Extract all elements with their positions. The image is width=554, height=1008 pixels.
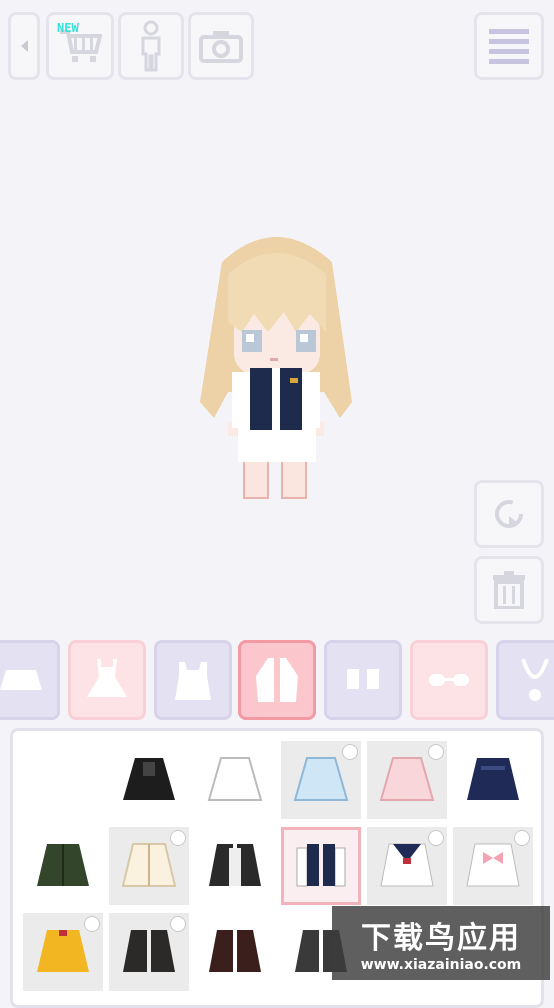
- cream-cardigan-icon: [121, 843, 177, 887]
- back-button[interactable]: [8, 12, 40, 80]
- pink-bow-top-icon: [466, 843, 520, 887]
- yellow-coat-icon: [37, 930, 89, 972]
- watermark: 下载鸟应用 www.xiazainiao.com: [332, 906, 550, 980]
- locked-heart-icon: [170, 830, 186, 846]
- item-white-hoodie[interactable]: [195, 741, 275, 819]
- body-icon: [141, 20, 161, 72]
- item-pink-bow-top[interactable]: [453, 827, 533, 905]
- tank-top-icon: [175, 662, 211, 700]
- item-blue-hoodie[interactable]: [281, 741, 361, 819]
- trash-button[interactable]: [474, 556, 544, 624]
- tab-glasses[interactable]: [410, 640, 488, 720]
- item-empty[interactable]: [23, 741, 103, 819]
- jacket-icon: [256, 658, 298, 702]
- tab-top[interactable]: [154, 640, 232, 720]
- item-navy-sweater[interactable]: [453, 741, 533, 819]
- varsity-jacket-icon: [296, 844, 346, 887]
- item-pink-hoodie[interactable]: [367, 741, 447, 819]
- item-sailor-top[interactable]: [367, 827, 447, 905]
- socks-icon: [347, 669, 379, 689]
- tab-skirt[interactable]: [0, 640, 60, 720]
- watermark-url: www.xiazainiao.com: [360, 957, 522, 973]
- tab-necklace[interactable]: [496, 640, 554, 720]
- shop-button[interactable]: NEW: [46, 12, 114, 80]
- item-green-cardigan[interactable]: [23, 827, 103, 905]
- item-yellow-coat[interactable]: [23, 913, 103, 991]
- locked-heart-icon: [84, 916, 100, 932]
- navy-sweater-icon: [467, 758, 519, 800]
- watermark-title: 下载鸟应用: [361, 921, 521, 956]
- locked-heart-icon: [428, 830, 444, 846]
- item-cream-cardigan[interactable]: [109, 827, 189, 905]
- blue-hoodie-icon: [293, 757, 349, 801]
- tab-dress[interactable]: [68, 640, 146, 720]
- item-black-hoodie[interactable]: [109, 741, 189, 819]
- new-badge: NEW: [57, 21, 79, 35]
- pink-hoodie-icon: [379, 757, 435, 801]
- white-hoodie-icon: [207, 757, 263, 801]
- menu-button[interactable]: [474, 12, 544, 80]
- locked-heart-icon: [428, 744, 444, 760]
- black-white-jacket-icon: [209, 844, 261, 886]
- item-black-white-jacket[interactable]: [195, 827, 275, 905]
- necklace-icon: [521, 658, 549, 701]
- locked-heart-icon: [514, 830, 530, 846]
- item-black-coat[interactable]: [109, 913, 189, 991]
- sailor-top-icon: [380, 843, 434, 887]
- body-button[interactable]: [118, 12, 184, 80]
- locked-heart-icon: [342, 744, 358, 760]
- item-varsity-jacket[interactable]: [281, 827, 361, 905]
- green-cardigan-icon: [37, 844, 89, 886]
- glasses-icon: [429, 674, 469, 686]
- camera-button[interactable]: [188, 12, 254, 80]
- black-coat-icon: [123, 930, 175, 972]
- tab-socks[interactable]: [324, 640, 402, 720]
- black-hoodie-icon: [123, 758, 175, 800]
- dress-icon: [87, 659, 127, 697]
- hamburger-icon: [489, 29, 529, 64]
- tab-jacket[interactable]: [238, 640, 316, 720]
- chevron-left-icon: [21, 40, 28, 52]
- locked-heart-icon: [170, 916, 186, 932]
- camera-icon: [199, 31, 243, 63]
- skirt-icon: [0, 670, 42, 690]
- brown-coat-icon: [209, 930, 261, 972]
- item-brown-coat[interactable]: [195, 913, 275, 991]
- rotate-button[interactable]: [474, 480, 544, 548]
- character-avatar[interactable]: [192, 222, 360, 504]
- rotate-icon: [495, 500, 523, 528]
- trash-icon: [493, 571, 525, 609]
